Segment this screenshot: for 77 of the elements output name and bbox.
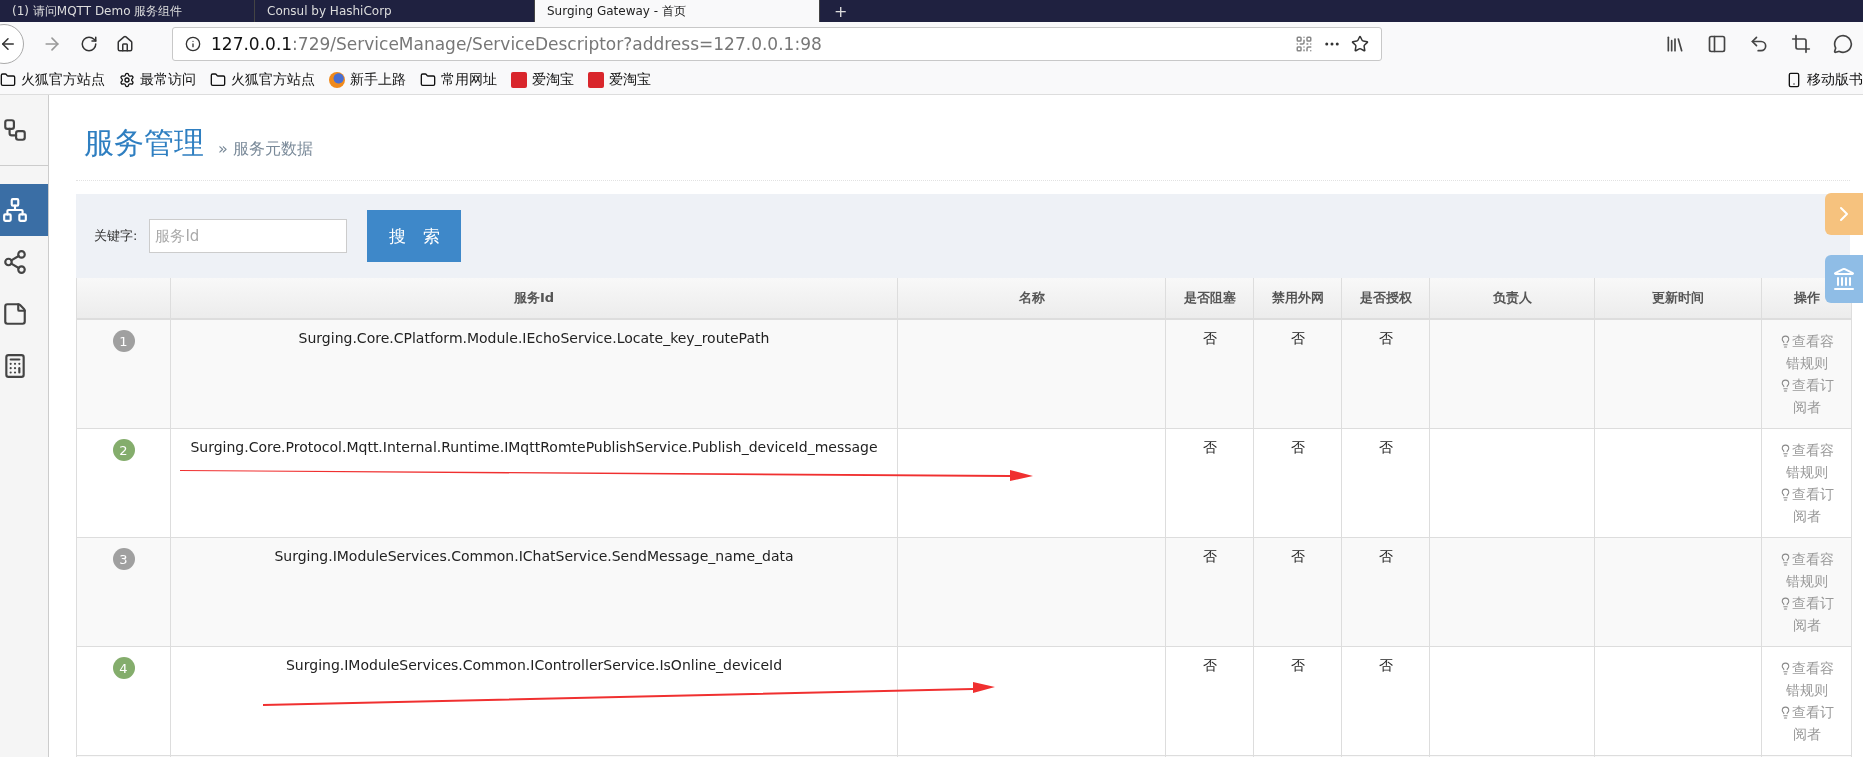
lightbulb-icon — [1779, 553, 1792, 566]
bookmark-link[interactable]: 爱淘宝 — [532, 71, 574, 89]
service-id: Surging.Core.CPlatform.Module.IEchoService.Locate_key_routePath — [298, 330, 770, 346]
search-label: 关键字: — [94, 227, 138, 245]
sidebar-item[interactable] — [0, 184, 48, 236]
page-title: 服务管理 — [84, 124, 204, 162]
phone-icon — [1786, 72, 1802, 88]
lightbulb-icon — [1779, 335, 1792, 348]
table-cell: 否 — [1342, 429, 1430, 538]
folder-icon — [420, 72, 436, 88]
search-field[interactable]: 服务Id — [149, 219, 348, 253]
nodes-icon — [2, 117, 28, 143]
chat-icon[interactable] — [1833, 34, 1853, 54]
browser-logo-icon — [329, 72, 345, 88]
shop-icon — [511, 72, 527, 88]
crop-icon[interactable] — [1791, 34, 1811, 54]
column-header: 名称 — [898, 278, 1166, 320]
table-cell: 否 — [1254, 429, 1342, 538]
share-icon — [2, 249, 28, 275]
column-header: 服务Id — [171, 278, 898, 320]
settings-icon — [119, 72, 135, 88]
new-tab-button[interactable]: + — [820, 0, 862, 22]
bookmark-link[interactable]: 爱淘宝 — [609, 71, 651, 89]
column-header: 更新时间 — [1595, 278, 1762, 320]
column-header: 是否阻塞 — [1166, 278, 1254, 320]
table-cell: 否 — [1342, 538, 1430, 647]
table-cell: 否 — [1254, 320, 1342, 429]
row-number: 2 — [112, 439, 135, 461]
table-cell: 否 — [1166, 647, 1254, 756]
browser-tab[interactable]: Surging Gateway - 首页 — [535, 0, 820, 22]
star-icon[interactable] — [1351, 35, 1369, 53]
search-button[interactable]: 搜 索 — [367, 210, 462, 262]
bookmark-link[interactable]: 常用网址 — [441, 71, 497, 89]
table-cell: 否 — [1342, 320, 1430, 429]
bookmark-link[interactable]: 新手上路 — [350, 71, 406, 89]
lightbulb-icon — [1779, 706, 1792, 719]
address-bar[interactable]: 127.0.0.1:729/ServiceManage/ServiceDescriptor?address=127.0.0.1:98 — [172, 27, 1382, 61]
lightbulb-icon — [1779, 662, 1792, 675]
service-id: Surging.Core.Protocol.Mqtt.Internal.Runtime.IMqttRomtePublishService.Publish_deviceId_message — [190, 439, 878, 455]
service-id: Surging.IModuleServices.Common.IControllerService.IsOnline_deviceId — [285, 657, 783, 673]
table-cell: 否 — [1166, 538, 1254, 647]
service-id: Surging.IModuleServices.Common.IChatService.SendMessage_name_data — [274, 548, 794, 564]
bookmark-link[interactable]: 火狐官方站点 — [231, 71, 315, 89]
reload-icon[interactable] — [80, 35, 98, 53]
row-number: 4 — [112, 657, 135, 679]
folder-icon — [0, 72, 16, 88]
info-icon[interactable] — [185, 36, 201, 52]
home-icon[interactable] — [116, 35, 134, 53]
column-header: 是否授权 — [1342, 278, 1430, 320]
table-cell: 否 — [1254, 538, 1342, 647]
column-header: 禁用外网 — [1254, 278, 1342, 320]
column-header: 负责人 — [1430, 278, 1595, 320]
breadcrumb[interactable]: » 服务元数据 — [218, 139, 313, 160]
bank-icon — [1832, 267, 1856, 291]
calc-icon — [2, 353, 28, 379]
undo-icon[interactable] — [1749, 34, 1769, 54]
tree-icon — [2, 197, 28, 223]
library-icon[interactable] — [1665, 34, 1685, 54]
bookmark-link[interactable]: 火狐官方站点 — [21, 71, 105, 89]
note-icon — [2, 301, 28, 327]
lightbulb-icon — [1779, 444, 1792, 457]
bookmark-link[interactable]: 最常访问 — [140, 71, 196, 89]
row-number: 3 — [112, 548, 135, 570]
lightbulb-icon — [1779, 379, 1792, 392]
bookmark-link[interactable]: 移动版书 — [1807, 71, 1863, 89]
table-cell: 否 — [1166, 320, 1254, 429]
lightbulb-icon — [1779, 597, 1792, 610]
folder-icon — [210, 72, 226, 88]
table-cell: 否 — [1342, 647, 1430, 756]
shop-icon — [588, 72, 604, 88]
sidebar-icon[interactable] — [1707, 34, 1727, 54]
table-cell: 否 — [1166, 429, 1254, 538]
qr-code-icon[interactable] — [1295, 35, 1313, 53]
row-number: 1 — [112, 330, 135, 352]
lightbulb-icon — [1779, 488, 1792, 501]
back-icon — [0, 35, 17, 53]
table-cell: 否 — [1254, 647, 1342, 756]
